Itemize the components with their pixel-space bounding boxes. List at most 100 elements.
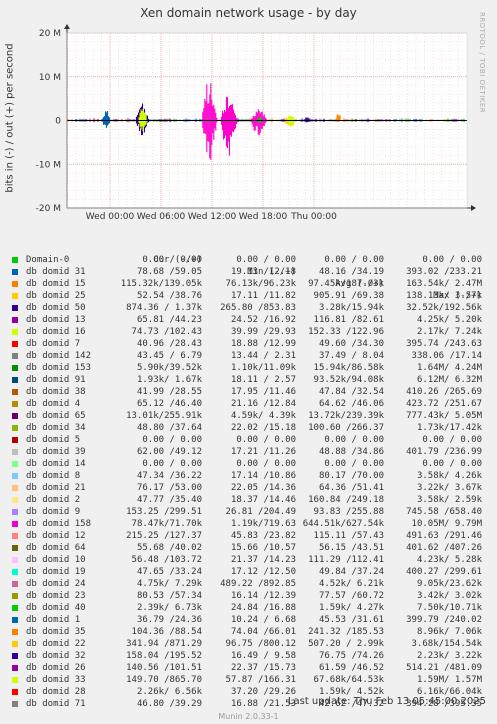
legend-max: 491.63 /291.46 [406, 531, 482, 541]
legend-avg: 0.00 / 0.00 [324, 459, 384, 469]
legend-cur: 0.00 / 0.00 [142, 435, 202, 445]
legend-min: 18.88 /12.99 [230, 339, 296, 349]
legend-swatch [12, 641, 18, 647]
x-tick-label: Wed 12:00 [188, 212, 237, 222]
legend-swatch [12, 521, 18, 527]
legend-cur: 0.00 / 0.00 [142, 459, 202, 469]
legend-max: 393.02 /233.21 [406, 267, 482, 277]
legend-max: 8.96k/ 7.06k [416, 627, 482, 637]
legend-avg: 152.33 /122.96 [308, 327, 384, 337]
legend-min: 17.95 /11.46 [230, 387, 296, 397]
legend-avg: 61.59 /46.52 [318, 663, 384, 673]
legend-max: 3.68k/154.54k [411, 639, 482, 649]
legend-series-name: db domid 33 [26, 675, 86, 685]
legend-series-name: db domid 39 [26, 447, 86, 457]
legend-swatch [12, 305, 18, 311]
legend-min: 18.37 /14.46 [230, 495, 296, 505]
legend-avg: 4.52k/ 6.21k [318, 579, 384, 589]
legend-swatch [12, 689, 18, 695]
legend-min: 10.24 / 6.68 [230, 615, 296, 625]
legend-cur: 36.79 /24.36 [136, 615, 202, 625]
y-axis-arrow [64, 24, 70, 29]
legend-max: 0.00 / 0.00 [422, 435, 482, 445]
legend-swatch [12, 365, 18, 371]
legend-max: 3.22k/ 3.67k [416, 483, 482, 493]
legend-row: db domid 16 74.73 /102.43 39.99 /29.93 152.… [12, 326, 492, 338]
legend-row: db domid 4 65.12 /46.40 21.16 /12.84 64.62 … [12, 398, 492, 410]
legend-min: 21.37 /14.23 [230, 555, 296, 565]
legend-min: 22.37 /15.73 [230, 663, 296, 673]
legend-row: db domid 12 215.25 /127.37 45.83 /23.82 115… [12, 530, 492, 542]
legend-cur: 874.36 / 1.37k [126, 303, 202, 313]
legend-max: 4.25k/ 5.20k [416, 315, 482, 325]
last-update: Last update: Thu Feb 13 05:45:00 2025 [287, 696, 486, 707]
legend-swatch [12, 485, 18, 491]
legend-max: 1.73k/17.42k [416, 423, 482, 433]
legend-series-name: db domid 2 [26, 495, 81, 505]
legend-swatch [12, 677, 18, 683]
legend-min: 17.11 /11.82 [230, 291, 296, 301]
legend-row: db domid 65 13.01k/255.91k 4.59k/ 4.39k 13.… [12, 410, 492, 422]
legend-series-name: db domid 153 [26, 363, 92, 373]
legend-row: db domid 13 65.81 /44.23 24.52 /16.92 116.8… [12, 314, 492, 326]
legend-min: 17.21 /11.26 [230, 447, 296, 457]
legend-avg: 15.94k/86.58k [313, 363, 384, 373]
legend-cur: 52.54 /38.76 [136, 291, 202, 301]
x-tick-label: Wed 06:00 [137, 212, 186, 222]
legend-max: 745.58 /658.40 [406, 507, 482, 517]
legend-swatch [12, 629, 18, 635]
legend-series-name: db domid 15 [26, 279, 86, 289]
legend-series-name: db domid 38 [26, 387, 86, 397]
munin-graph: Xen domain network usage - by day RRDTOO… [0, 0, 497, 724]
legend-swatch [12, 281, 18, 287]
legend-row: db domid 7 40.96 /28.43 18.88 /12.99 49.60 … [12, 338, 492, 350]
legend-swatch [12, 545, 18, 551]
legend-header: Cur (-/+) Min (-/+) Avg (-/+) Max (-/+) [12, 242, 492, 301]
legend-swatch [12, 317, 18, 323]
legend-avg: 45.53 /31.61 [318, 615, 384, 625]
legend-min: 1.10k/11.09k [230, 363, 296, 373]
legend-min: 96.75 /800.12 [225, 639, 296, 649]
legend-min: 265.80 /853.83 [220, 303, 296, 313]
legend-avg: 241.32 /185.53 [308, 627, 384, 637]
legend-max: 3.58k/ 2.59k [416, 495, 482, 505]
legend-cur: 78.68 /59.05 [136, 267, 202, 277]
legend-min: 18.11 / 2.57 [230, 375, 296, 385]
legend-series-name: db domid 65 [26, 411, 86, 421]
legend-series-name: db domid 26 [26, 663, 86, 673]
legend-max: 1.59M/ 1.57M [416, 675, 482, 685]
y-tick-label: -20 M [36, 204, 61, 214]
legend-swatch [12, 413, 18, 419]
legend-series-name: db domid 13 [26, 315, 86, 325]
legend-cur: 47.34 /36.22 [136, 471, 202, 481]
legend-avg: 1.59k/ 4.27k [318, 603, 384, 613]
y-tick-label: 0 [55, 117, 61, 127]
legend-min: 0.00 / 0.00 [236, 255, 296, 265]
legend-max: 395.74 /243.63 [406, 339, 482, 349]
legend-avg: 160.84 /249.18 [308, 495, 384, 505]
legend-series-name: db domid 142 [26, 351, 92, 361]
legend-series-name: db domid 10 [26, 555, 86, 565]
x-tick-label: Wed 18:00 [239, 212, 288, 222]
legend-max: 2.17k/ 7.24k [416, 327, 482, 337]
legend-series-name: db domid 16 [26, 327, 86, 337]
legend-min: 19.13 /12.18 [230, 267, 296, 277]
legend-series-name: db domid 21 [26, 483, 86, 493]
legend-min: 76.13k/96.23k [225, 279, 296, 289]
legend-row: db domid 15 115.32k/139.05k 76.13k/96.23k 9… [12, 278, 492, 290]
legend-avg: 49.84 /37.24 [318, 567, 384, 577]
legend-avg: 13.72k/239.39k [308, 411, 384, 421]
legend-cur: 149.70 /865.70 [126, 675, 202, 685]
legend-avg: 93.52k/94.08k [313, 375, 384, 385]
legend-swatch [12, 329, 18, 335]
legend-swatch [12, 665, 18, 671]
legend-rows: Domain-0 0.00 / 0.00 0.00 / 0.00 0.00 / 0.0… [12, 254, 492, 710]
legend-series-name: db domid 7 [26, 339, 81, 349]
legend-avg: 76.75 /74.26 [318, 651, 384, 661]
legend-series-name: db domid 5 [26, 435, 81, 445]
legend-swatch [12, 449, 18, 455]
x-tick-label: Thu 00:00 [290, 212, 337, 222]
legend-min: 24.84 /16.88 [230, 603, 296, 613]
legend-avg: 49.60 /34.30 [318, 339, 384, 349]
legend-series-name: db domid 31 [26, 267, 86, 277]
